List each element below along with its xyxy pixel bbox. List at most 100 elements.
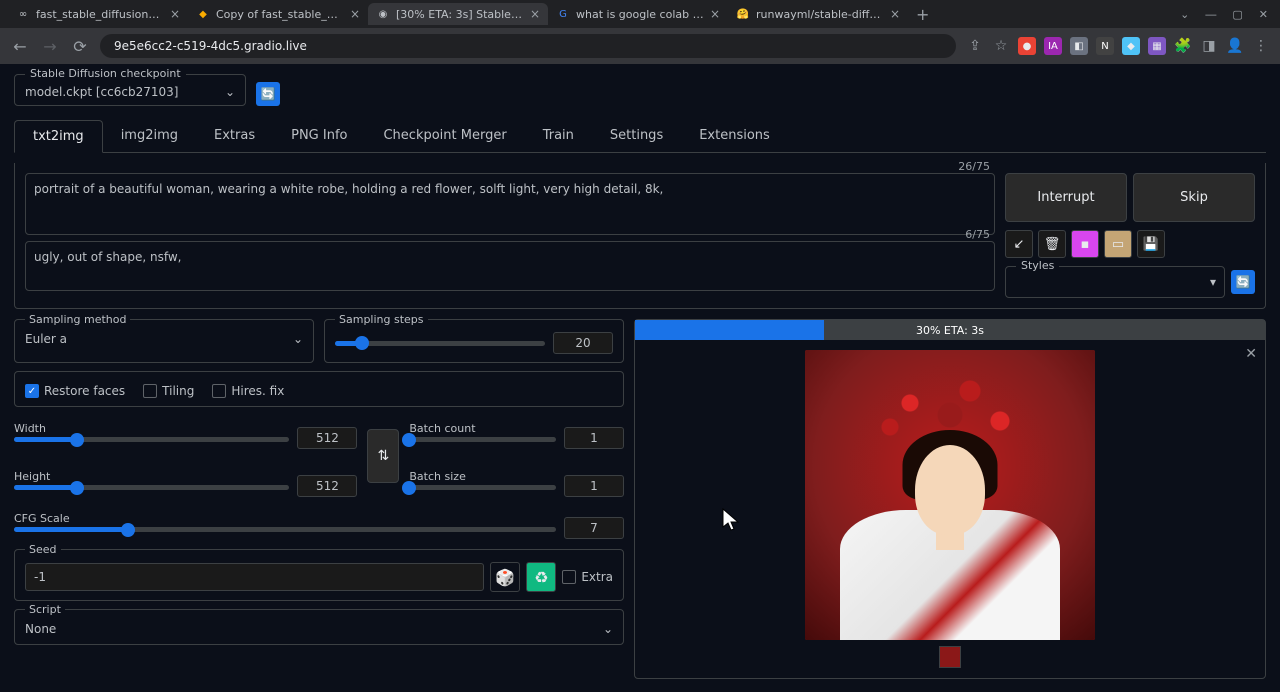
random-seed-button[interactable]: 🎲 bbox=[490, 562, 520, 592]
extension-icon[interactable]: IA bbox=[1044, 37, 1062, 55]
checkpoint-select[interactable]: model.ckpt [cc6cb27103] ⌄ bbox=[25, 85, 235, 99]
cfg-scale-input[interactable] bbox=[564, 517, 624, 539]
tab-img2img[interactable]: img2img bbox=[103, 120, 196, 152]
width-label: Width bbox=[14, 422, 289, 435]
seed-label: Seed bbox=[25, 543, 61, 556]
save-icon: 💾 bbox=[1143, 237, 1159, 252]
close-icon[interactable]: × bbox=[710, 7, 720, 21]
arrow-button[interactable]: ↙ bbox=[1005, 230, 1033, 258]
forward-icon[interactable]: → bbox=[40, 36, 60, 56]
share-icon[interactable]: ⇪ bbox=[966, 37, 984, 55]
extension-icon[interactable]: ◆ bbox=[1122, 37, 1140, 55]
style-button-1[interactable]: ▪ bbox=[1071, 230, 1099, 258]
favicon-icon: ∞ bbox=[16, 7, 30, 21]
preview-image[interactable] bbox=[805, 350, 1095, 640]
star-icon[interactable]: ☆ bbox=[992, 37, 1010, 55]
close-icon[interactable]: × bbox=[170, 7, 180, 21]
swap-dimensions-button[interactable]: ⇅ bbox=[367, 429, 399, 483]
negative-prompt-input[interactable]: ugly, out of shape, nsfw, bbox=[26, 242, 994, 288]
favicon-icon: G bbox=[556, 7, 570, 21]
tiling-checkbox[interactable]: Tiling bbox=[143, 384, 194, 398]
reuse-seed-button[interactable]: ♻ bbox=[526, 562, 556, 592]
tab-checkpoint-merger[interactable]: Checkpoint Merger bbox=[365, 120, 524, 152]
tab-pnginfo[interactable]: PNG Info bbox=[273, 120, 365, 152]
progress-bar: 30% ETA: 3s bbox=[635, 320, 1265, 340]
browser-tab[interactable]: ◆ Copy of fast_stable_diffusion × bbox=[188, 3, 368, 25]
extension-icon[interactable]: ◧ bbox=[1070, 37, 1088, 55]
height-input[interactable] bbox=[297, 475, 357, 497]
chevron-down-icon[interactable]: ⌄ bbox=[1180, 8, 1189, 21]
sampling-steps-input[interactable] bbox=[553, 332, 613, 354]
sampling-method-label: Sampling method bbox=[25, 313, 130, 326]
favicon-icon: ◆ bbox=[196, 7, 210, 21]
extra-label: Extra bbox=[581, 570, 613, 584]
tab-train[interactable]: Train bbox=[525, 120, 592, 152]
checkbox-icon bbox=[143, 384, 157, 398]
square-icon: ▪ bbox=[1081, 237, 1090, 252]
preview-panel: 30% ETA: 3s ✕ bbox=[634, 319, 1266, 679]
cfg-scale-slider[interactable] bbox=[14, 527, 556, 532]
extension-icon[interactable]: ● bbox=[1018, 37, 1036, 55]
batch-count-label: Batch count bbox=[409, 422, 556, 435]
browser-tab[interactable]: ◉ [30% ETA: 3s] Stable Diffusion × bbox=[368, 3, 548, 25]
prompt-input[interactable]: portrait of a beautiful woman, wearing a… bbox=[26, 174, 994, 232]
close-preview-button[interactable]: ✕ bbox=[1245, 346, 1257, 362]
height-slider[interactable] bbox=[14, 485, 289, 490]
right-column: Interrupt Skip ↙ 🗑 ▪ ▭ 💾 Styles ▾ 🔄 bbox=[1005, 173, 1255, 298]
progress-text: 30% ETA: 3s bbox=[916, 324, 984, 337]
batch-size-slider[interactable] bbox=[409, 485, 556, 490]
extensions-icon[interactable]: 🧩 bbox=[1174, 37, 1192, 55]
tab-extensions[interactable]: Extensions bbox=[681, 120, 788, 152]
close-icon[interactable]: × bbox=[530, 7, 540, 21]
refresh-icon: 🔄 bbox=[261, 87, 276, 101]
sidepanel-icon[interactable]: ◨ bbox=[1200, 37, 1218, 55]
url-input[interactable] bbox=[100, 34, 956, 58]
restore-faces-checkbox[interactable]: ✓ Restore faces bbox=[25, 384, 125, 398]
dice-icon: 🎲 bbox=[495, 568, 515, 587]
styles-select[interactable]: ▾ bbox=[1014, 275, 1216, 289]
width-input[interactable] bbox=[297, 427, 357, 449]
style-button-2[interactable]: ▭ bbox=[1104, 230, 1132, 258]
batch-size-input[interactable] bbox=[564, 475, 624, 497]
maximize-icon[interactable]: ▢ bbox=[1232, 8, 1242, 21]
tab-txt2img[interactable]: txt2img bbox=[14, 120, 103, 153]
tab-extras[interactable]: Extras bbox=[196, 120, 273, 152]
browser-tab[interactable]: ∞ fast_stable_diffusion_AUTOMA × bbox=[8, 3, 188, 25]
seed-input[interactable] bbox=[25, 563, 484, 591]
menu-icon[interactable]: ⋮ bbox=[1252, 37, 1270, 55]
batch-count-input[interactable] bbox=[564, 427, 624, 449]
sampling-method-select[interactable]: Euler a ⌄ bbox=[25, 332, 303, 346]
minimize-icon[interactable]: ― bbox=[1205, 8, 1216, 21]
sampling-steps-slider[interactable] bbox=[335, 341, 545, 346]
action-row: Interrupt Skip bbox=[1005, 173, 1255, 222]
extra-seed-checkbox[interactable]: Extra bbox=[562, 570, 613, 584]
browser-tab[interactable]: 🤗 runwayml/stable-diffusion-v1 × bbox=[728, 3, 908, 25]
sampling-steps-group: Sampling steps bbox=[324, 319, 624, 363]
close-icon[interactable]: × bbox=[890, 7, 900, 21]
reload-icon[interactable]: ⟳ bbox=[70, 36, 90, 56]
close-window-icon[interactable]: ✕ bbox=[1259, 8, 1268, 21]
width-slider[interactable] bbox=[14, 437, 289, 442]
address-bar-actions: ⇪ ☆ ● IA ◧ N ◆ ▦ 🧩 ◨ 👤 ⋮ bbox=[966, 37, 1270, 55]
nav-tabs: txt2img img2img Extras PNG Info Checkpoi… bbox=[14, 120, 1266, 153]
progress-fill bbox=[635, 320, 824, 340]
skip-button[interactable]: Skip bbox=[1133, 173, 1255, 222]
preview-thumbnail[interactable] bbox=[939, 646, 961, 668]
back-icon[interactable]: ← bbox=[10, 36, 30, 56]
save-style-button[interactable]: 💾 bbox=[1137, 230, 1165, 258]
prompt-token-count: 26/75 bbox=[958, 160, 990, 173]
refresh-checkpoint-button[interactable]: 🔄 bbox=[256, 82, 280, 106]
batch-count-slider[interactable] bbox=[409, 437, 556, 442]
new-tab-button[interactable]: + bbox=[908, 5, 937, 24]
browser-tab[interactable]: G what is google colab - Google × bbox=[548, 3, 728, 25]
hires-fix-checkbox[interactable]: Hires. fix bbox=[212, 384, 284, 398]
extension-icon[interactable]: N bbox=[1096, 37, 1114, 55]
close-icon[interactable]: × bbox=[350, 7, 360, 21]
clear-button[interactable]: 🗑 bbox=[1038, 230, 1066, 258]
profile-icon[interactable]: 👤 bbox=[1226, 37, 1244, 55]
interrupt-button[interactable]: Interrupt bbox=[1005, 173, 1127, 222]
script-select[interactable]: None ⌄ bbox=[25, 622, 613, 636]
extension-icon[interactable]: ▦ bbox=[1148, 37, 1166, 55]
apply-style-button[interactable]: 🔄 bbox=[1231, 270, 1255, 294]
tab-settings[interactable]: Settings bbox=[592, 120, 681, 152]
